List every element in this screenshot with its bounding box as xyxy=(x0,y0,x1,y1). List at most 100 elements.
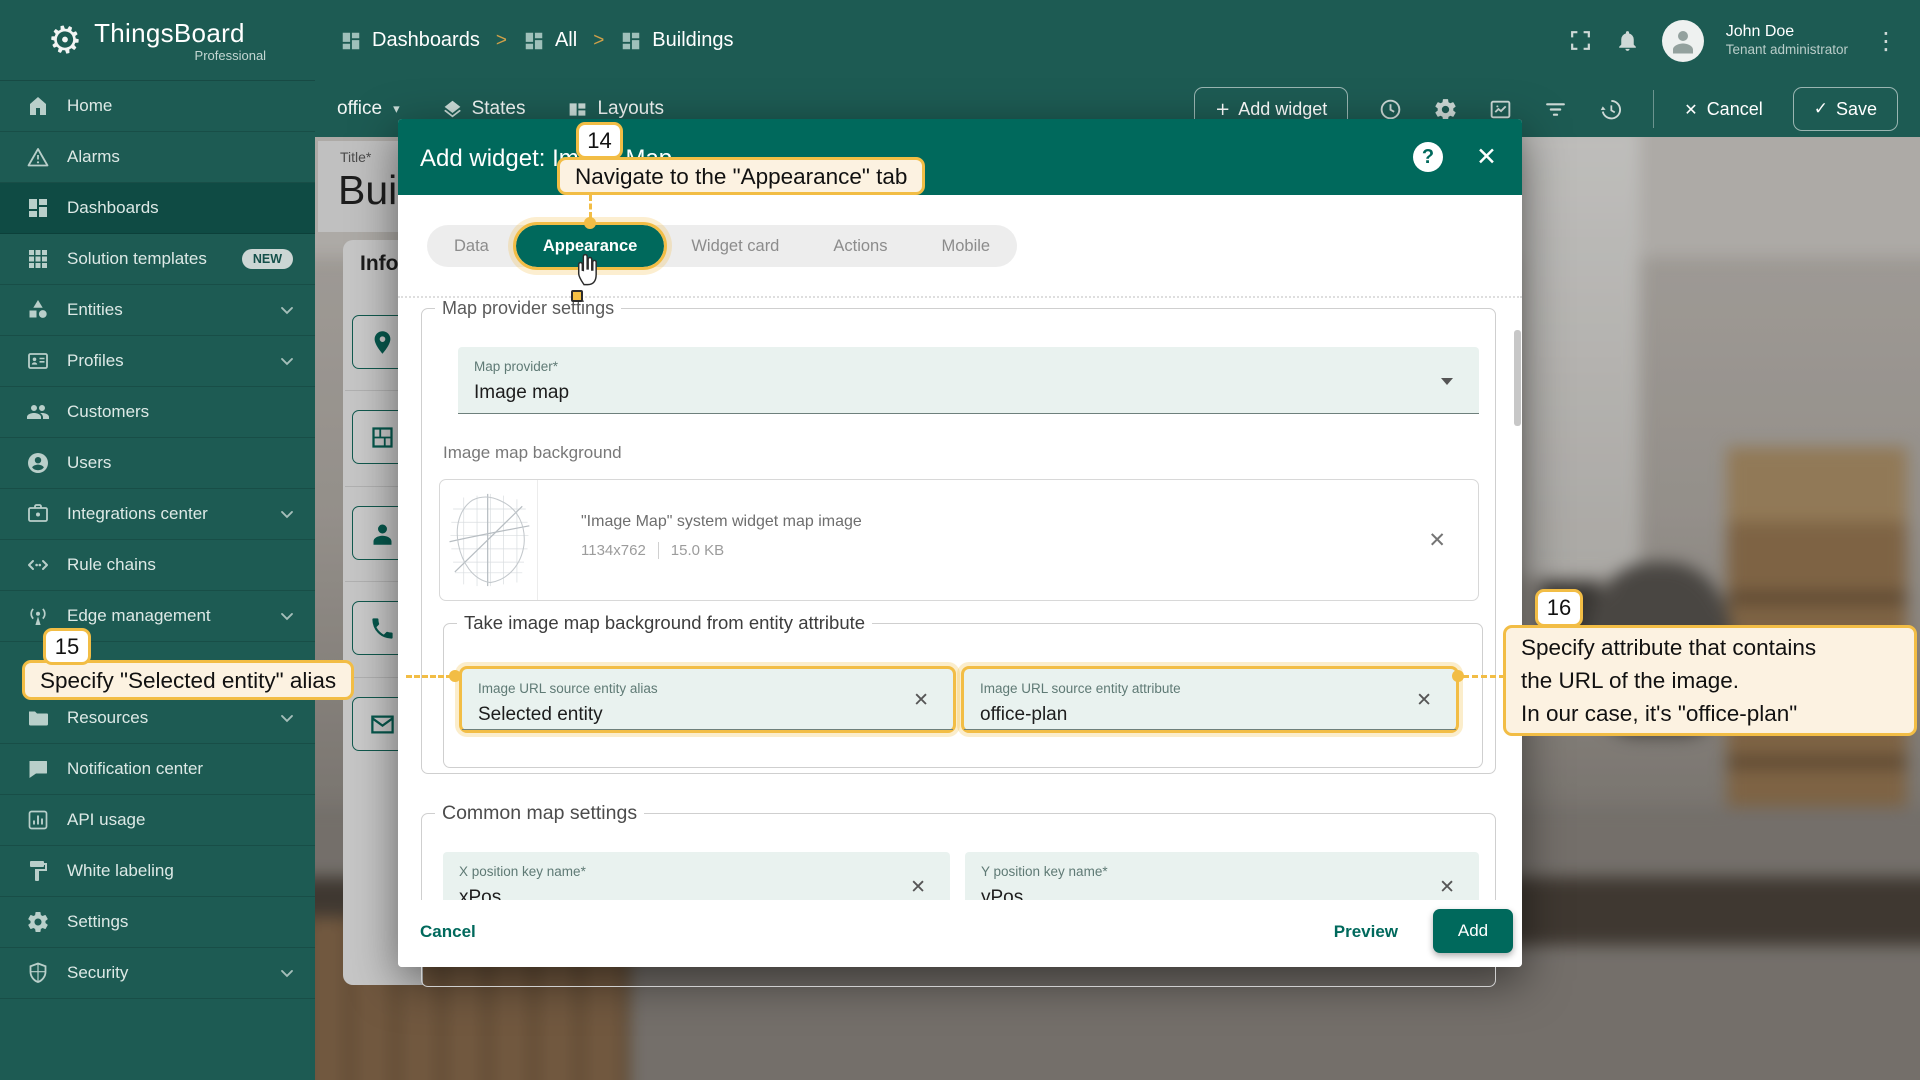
sidebar-item-icon xyxy=(26,196,50,220)
image-name: "Image Map" system widget map image xyxy=(581,513,862,531)
callout-16-connector xyxy=(1463,675,1505,678)
item-white-labeling[interactable]: White labeling xyxy=(0,846,315,897)
cancel-button[interactable]: Cancel xyxy=(420,922,476,942)
item-integrations-center[interactable]: Integrations center xyxy=(0,489,315,540)
thingsboard-logo-icon: ⚙ xyxy=(44,15,86,65)
avatar[interactable] xyxy=(1662,20,1704,62)
item-entities[interactable]: Entities xyxy=(0,285,315,336)
chevron-down-icon xyxy=(1441,378,1453,385)
item-api-usage[interactable]: API usage xyxy=(0,795,315,846)
field-value: Selected entity xyxy=(478,704,603,726)
image-url-source-entity-alias-field[interactable]: Image URL source entity alias Selected e… xyxy=(459,666,956,733)
clear-image-button[interactable]: ✕ xyxy=(1428,528,1446,552)
clock-icon xyxy=(1378,97,1403,122)
item-alarms[interactable]: Alarms xyxy=(0,132,315,183)
image-map-background-label: Image map background xyxy=(443,443,622,463)
dialog-tabs: DataAppearanceWidget cardActionsMobile xyxy=(427,225,1017,267)
sidebar-item-icon xyxy=(26,859,50,883)
sidebar-item-icon xyxy=(26,349,50,373)
image-background-card: "Image Map" system widget map image 1134… xyxy=(439,479,1479,601)
callout-14-badge: 14 xyxy=(576,122,623,159)
map-provider-select[interactable]: Map provider* Image map xyxy=(458,347,1479,414)
dashboards-icon xyxy=(620,30,642,52)
item-home[interactable]: Home xyxy=(0,81,315,132)
callout-16-badge: 16 xyxy=(1535,589,1583,627)
layouts-button[interactable]: Layouts xyxy=(567,98,664,120)
callout-14-text: Navigate to the "Appearance" tab xyxy=(557,157,925,195)
item-all[interactable]: > All xyxy=(480,29,577,52)
chevron-down-icon xyxy=(277,300,297,320)
field-label: Image URL source entity alias xyxy=(478,681,658,696)
logo[interactable]: ⚙ ThingsBoard Professional xyxy=(0,0,315,81)
filters-button[interactable] xyxy=(1543,97,1568,122)
dashboard-state-select[interactable]: office ▾ xyxy=(337,98,400,120)
chevron-down-icon: ▾ xyxy=(393,102,400,117)
section-legend: Take image map background from entity at… xyxy=(457,612,872,634)
chevron-down-icon xyxy=(277,504,297,524)
dashboards-icon xyxy=(523,30,545,52)
map-provider-settings-section: Map provider settings Map provider* Imag… xyxy=(421,298,1496,774)
item-mobile[interactable]: Mobile xyxy=(914,225,1017,267)
timewindow-button[interactable] xyxy=(1378,97,1403,122)
sidebar-item-icon xyxy=(26,400,50,424)
image-size: 15.0 KB xyxy=(671,542,724,559)
notifications-button[interactable] xyxy=(1615,28,1640,53)
sidebar: ⚙ ThingsBoard Professional Home Alarms xyxy=(0,0,315,1080)
sidebar-item-icon xyxy=(26,94,50,118)
chart-frame-icon xyxy=(1488,97,1513,122)
item-rule-chains[interactable]: Rule chains xyxy=(0,540,315,591)
sidebar-item-icon xyxy=(26,961,50,985)
add-button[interactable]: Add xyxy=(1433,909,1513,953)
dashboard-settings-button[interactable] xyxy=(1433,97,1458,122)
cancel-edit-button[interactable]: ✕ Cancel xyxy=(1684,99,1762,120)
item-dashboards[interactable]: > Dashboards xyxy=(340,29,480,52)
item-notification-center[interactable]: Notification center xyxy=(0,744,315,795)
save-dashboard-button[interactable]: ✓ Save xyxy=(1793,87,1898,131)
help-button[interactable]: ? xyxy=(1413,142,1443,172)
clear-field-button[interactable]: ✕ xyxy=(1439,876,1455,898)
entity-aliases-button[interactable] xyxy=(1488,97,1513,122)
field-label: Map provider* xyxy=(474,359,558,374)
preview-button[interactable]: Preview xyxy=(1334,922,1398,942)
sidebar-item-icon xyxy=(26,706,50,730)
field-label: Y position key name* xyxy=(981,864,1108,879)
item-data[interactable]: Data xyxy=(427,225,516,267)
fullscreen-button[interactable] xyxy=(1568,28,1593,53)
callout-15-dot xyxy=(449,670,461,682)
dialog-scrollbar[interactable] xyxy=(1514,330,1521,426)
item-actions[interactable]: Actions xyxy=(806,225,914,267)
new-badge: NEW xyxy=(242,249,293,269)
item-settings[interactable]: Settings xyxy=(0,897,315,948)
chevron-down-icon xyxy=(277,963,297,983)
sidebar-item-icon xyxy=(26,247,50,271)
clear-field-button[interactable]: ✕ xyxy=(910,876,926,898)
item-widget-card[interactable]: Widget card xyxy=(664,225,806,267)
item-resources[interactable]: Resources xyxy=(0,693,315,744)
clear-field-button[interactable]: ✕ xyxy=(1416,689,1432,711)
version-history-button[interactable] xyxy=(1598,97,1623,122)
states-button[interactable]: States xyxy=(442,98,526,120)
clear-field-button[interactable]: ✕ xyxy=(913,689,929,711)
breadcrumb-separator: > xyxy=(496,30,507,52)
layers-icon xyxy=(442,99,463,120)
sidebar-item-icon xyxy=(26,757,50,781)
sidebar-nav: Home Alarms Dashboards xyxy=(0,81,315,999)
divider xyxy=(1653,90,1654,128)
item-customers[interactable]: Customers xyxy=(0,387,315,438)
item-users[interactable]: Users xyxy=(0,438,315,489)
image-url-source-entity-attribute-field[interactable]: Image URL source entity attribute office… xyxy=(961,666,1459,733)
close-dialog-button[interactable]: ✕ xyxy=(1476,142,1497,171)
item-solution-templates[interactable]: Solution templates NEW xyxy=(0,234,315,285)
history-icon xyxy=(1598,97,1623,122)
item-dashboards[interactable]: Dashboards xyxy=(0,183,315,234)
hand-cursor-icon xyxy=(575,252,602,288)
image-meta: 1134x762 15.0 KB xyxy=(581,542,724,559)
item-buildings[interactable]: > Buildings xyxy=(577,29,733,52)
chevron-down-icon xyxy=(277,708,297,728)
item-profiles[interactable]: Profiles xyxy=(0,336,315,387)
item-security[interactable]: Security xyxy=(0,948,315,999)
sidebar-item-icon xyxy=(26,451,50,475)
more-menu-button[interactable]: ⋮ xyxy=(1870,27,1902,55)
chevron-down-icon xyxy=(277,351,297,371)
field-value: office-plan xyxy=(980,704,1067,726)
